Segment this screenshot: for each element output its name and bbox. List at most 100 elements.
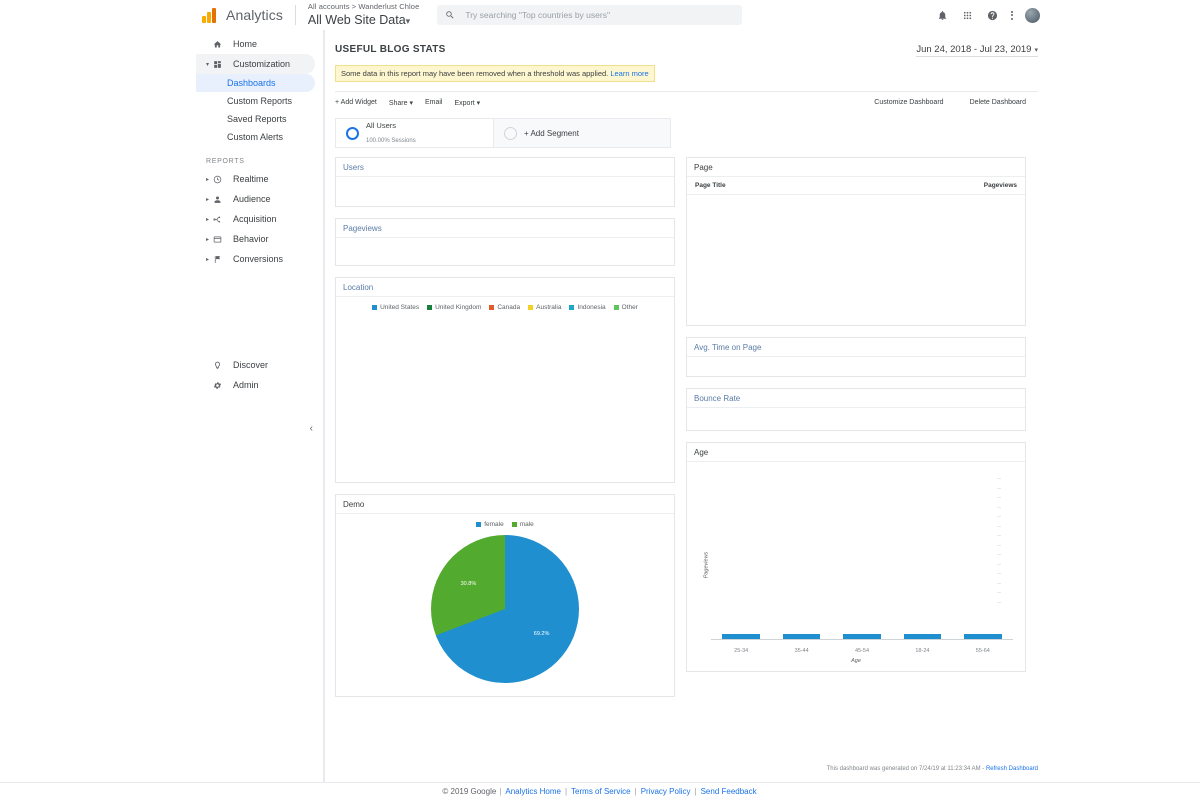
- legend-label: female: [484, 521, 504, 528]
- sidebar-section-reports: REPORTS: [206, 158, 245, 165]
- date-range-picker[interactable]: Jun 24, 2018 - Jul 23, 2019 ▾: [916, 44, 1038, 57]
- copyright: © 2019 Google: [442, 787, 497, 796]
- footer-link[interactable]: Send Feedback: [701, 787, 757, 796]
- sidebar-item-discover[interactable]: Discover: [196, 355, 315, 375]
- add-widget-button[interactable]: + Add Widget: [335, 99, 377, 106]
- widget-location[interactable]: Location United States United Kingdom Cana…: [335, 277, 675, 483]
- sidebar-item-acquisition[interactable]: ▸ Acquisition: [196, 209, 315, 229]
- footer-link[interactable]: Privacy Policy: [641, 787, 691, 796]
- sidebar-item-label-customization: Customization: [233, 59, 291, 69]
- toolbar-right-group: Customize Dashboard Delete Dashboard: [874, 99, 1038, 106]
- delete-dashboard-button[interactable]: Delete Dashboard: [970, 99, 1026, 106]
- widget-column-left: Users Pageviews Location United States Un…: [335, 157, 675, 697]
- x-axis-label: Age: [851, 658, 861, 664]
- legend-label: United States: [380, 304, 420, 311]
- property-name[interactable]: All Web Site Data▾: [308, 13, 419, 27]
- footer-link[interactable]: Terms of Service: [571, 787, 631, 796]
- search-input[interactable]: [463, 9, 735, 21]
- customize-dashboard-button[interactable]: Customize Dashboard: [874, 99, 943, 106]
- x-tick-label: 25-34: [734, 648, 749, 654]
- add-segment-button[interactable]: + Add Segment: [493, 118, 671, 148]
- bar[interactable]: [782, 633, 821, 639]
- bar-cell: [953, 470, 1013, 639]
- property-label: All Web Site Data: [307, 12, 406, 27]
- apps-grid-icon[interactable]: [961, 9, 974, 22]
- sidebar-item-realtime[interactable]: ▸ Realtime: [196, 169, 315, 189]
- sidebar-collapse-row: ‹: [310, 422, 313, 434]
- legend-item: United States: [372, 304, 419, 311]
- share-button[interactable]: Share ▾: [389, 99, 413, 107]
- x-axis-ticks: 25-34 35-44 45-54 18-24 55-64: [711, 648, 1013, 654]
- search-box[interactable]: [437, 5, 743, 25]
- date-range-label: Jun 24, 2018 - Jul 23, 2019: [916, 44, 1032, 55]
- sidebar-item-audience[interactable]: ▸ Audience: [196, 189, 315, 209]
- clock-icon: [213, 175, 227, 184]
- person-icon: [213, 195, 227, 204]
- add-segment-label: + Add Segment: [524, 128, 579, 138]
- widget-body-page: Page Title Pageviews: [687, 177, 1025, 195]
- widget-page[interactable]: Page Page Title Pageviews: [686, 157, 1026, 326]
- bell-icon[interactable]: [936, 9, 949, 22]
- chevron-right-icon: ▸: [206, 196, 210, 203]
- bar[interactable]: [722, 633, 760, 639]
- bar[interactable]: [964, 633, 1002, 639]
- footer-links: | Analytics Home | Terms of Service | Privacy…: [496, 787, 757, 796]
- segment-all-users[interactable]: All Users 100.00% Sessions: [335, 118, 493, 148]
- top-actions: [936, 7, 1048, 23]
- widget-pageviews[interactable]: Pageviews: [335, 218, 675, 266]
- sidebar-item-custom-reports[interactable]: Custom Reports: [196, 92, 315, 110]
- sidebar-item-admin[interactable]: Admin: [196, 375, 315, 395]
- brand-block[interactable]: Analytics: [196, 7, 283, 23]
- help-icon[interactable]: [986, 9, 999, 22]
- widget-bounce-rate[interactable]: Bounce Rate: [686, 388, 1026, 431]
- dashboard-toolbar: + Add Widget Share ▾ Email Export ▾ Cust…: [335, 91, 1038, 109]
- x-tick-label: 35-44: [794, 648, 809, 654]
- threshold-notice: Some data in this report may have been r…: [335, 65, 655, 82]
- widget-users[interactable]: Users: [335, 157, 675, 207]
- sidebar: Home ▾ Customization Dashboards Custom R…: [196, 30, 324, 800]
- avatar[interactable]: [1025, 7, 1040, 23]
- legend-item: United Kingdom: [427, 304, 481, 311]
- chevron-down-icon: ▾: [405, 15, 411, 26]
- email-button[interactable]: Email: [425, 99, 443, 106]
- widget-demo[interactable]: Demo female male 69.2% 30.8%: [335, 494, 675, 697]
- sidebar-item-label-custom-alerts: Custom Alerts: [227, 132, 284, 142]
- pie-label-female: 69.2%: [533, 631, 550, 638]
- top-bar: Analytics All accounts > Wanderlust Chlo…: [196, 0, 1048, 30]
- sidebar-item-dashboards[interactable]: Dashboards: [196, 74, 315, 92]
- widget-age[interactable]: Age Pageviews 25-34 35-44 45-54 18-24 55-64 …: [686, 442, 1026, 672]
- widget-body-demo: female male 69.2% 30.8%: [336, 514, 674, 697]
- header-divider: [294, 5, 296, 25]
- export-button[interactable]: Export ▾: [455, 99, 481, 107]
- legend-swatch-icon: [476, 522, 482, 527]
- legend-item: Other: [613, 304, 638, 311]
- bar[interactable]: [903, 633, 942, 639]
- refresh-dashboard-link[interactable]: Refresh Dashboard: [986, 766, 1038, 772]
- learn-more-link[interactable]: Learn more: [610, 69, 648, 78]
- footer-separator: |: [694, 787, 697, 796]
- account-selector[interactable]: All accounts > Wanderlust Chloe All Web …: [308, 2, 419, 27]
- sidebar-item-behavior[interactable]: ▸ Behavior: [196, 229, 315, 249]
- kebab-menu-icon[interactable]: [1011, 10, 1013, 20]
- widget-avg-time-on-page[interactable]: Avg. Time on Page: [686, 337, 1026, 377]
- sidebar-item-custom-alerts[interactable]: Custom Alerts: [196, 128, 315, 146]
- sidebar-item-conversions[interactable]: ▸ Conversions: [196, 249, 315, 269]
- sidebar-item-home[interactable]: Home: [196, 34, 315, 54]
- behavior-icon: [213, 235, 227, 244]
- sidebar-item-label-conversions: Conversions: [233, 254, 284, 264]
- bar[interactable]: [843, 633, 881, 639]
- legend-item: Indonesia: [569, 304, 606, 311]
- sidebar-item-label-acquisition: Acquisition: [233, 214, 277, 224]
- demo-pie-chart: 69.2% 30.8%: [336, 531, 674, 697]
- sidebar-item-label-saved-reports: Saved Reports: [227, 114, 287, 124]
- sidebar-item-label-home: Home: [233, 39, 258, 49]
- sidebar-item-label-discover: Discover: [233, 360, 269, 370]
- legend-item: male: [511, 521, 534, 528]
- bar-cell: [771, 470, 831, 639]
- sidebar-item-saved-reports[interactable]: Saved Reports: [196, 110, 315, 128]
- widget-body-location: United States United Kingdom Canada Austral…: [336, 297, 674, 314]
- collapse-sidebar-button[interactable]: ‹: [310, 423, 313, 434]
- sidebar-item-customization[interactable]: ▾ Customization: [196, 54, 315, 74]
- footer-link[interactable]: Analytics Home: [505, 787, 561, 796]
- generated-text: This dashboard was generated on 7/24/19 …: [826, 766, 985, 772]
